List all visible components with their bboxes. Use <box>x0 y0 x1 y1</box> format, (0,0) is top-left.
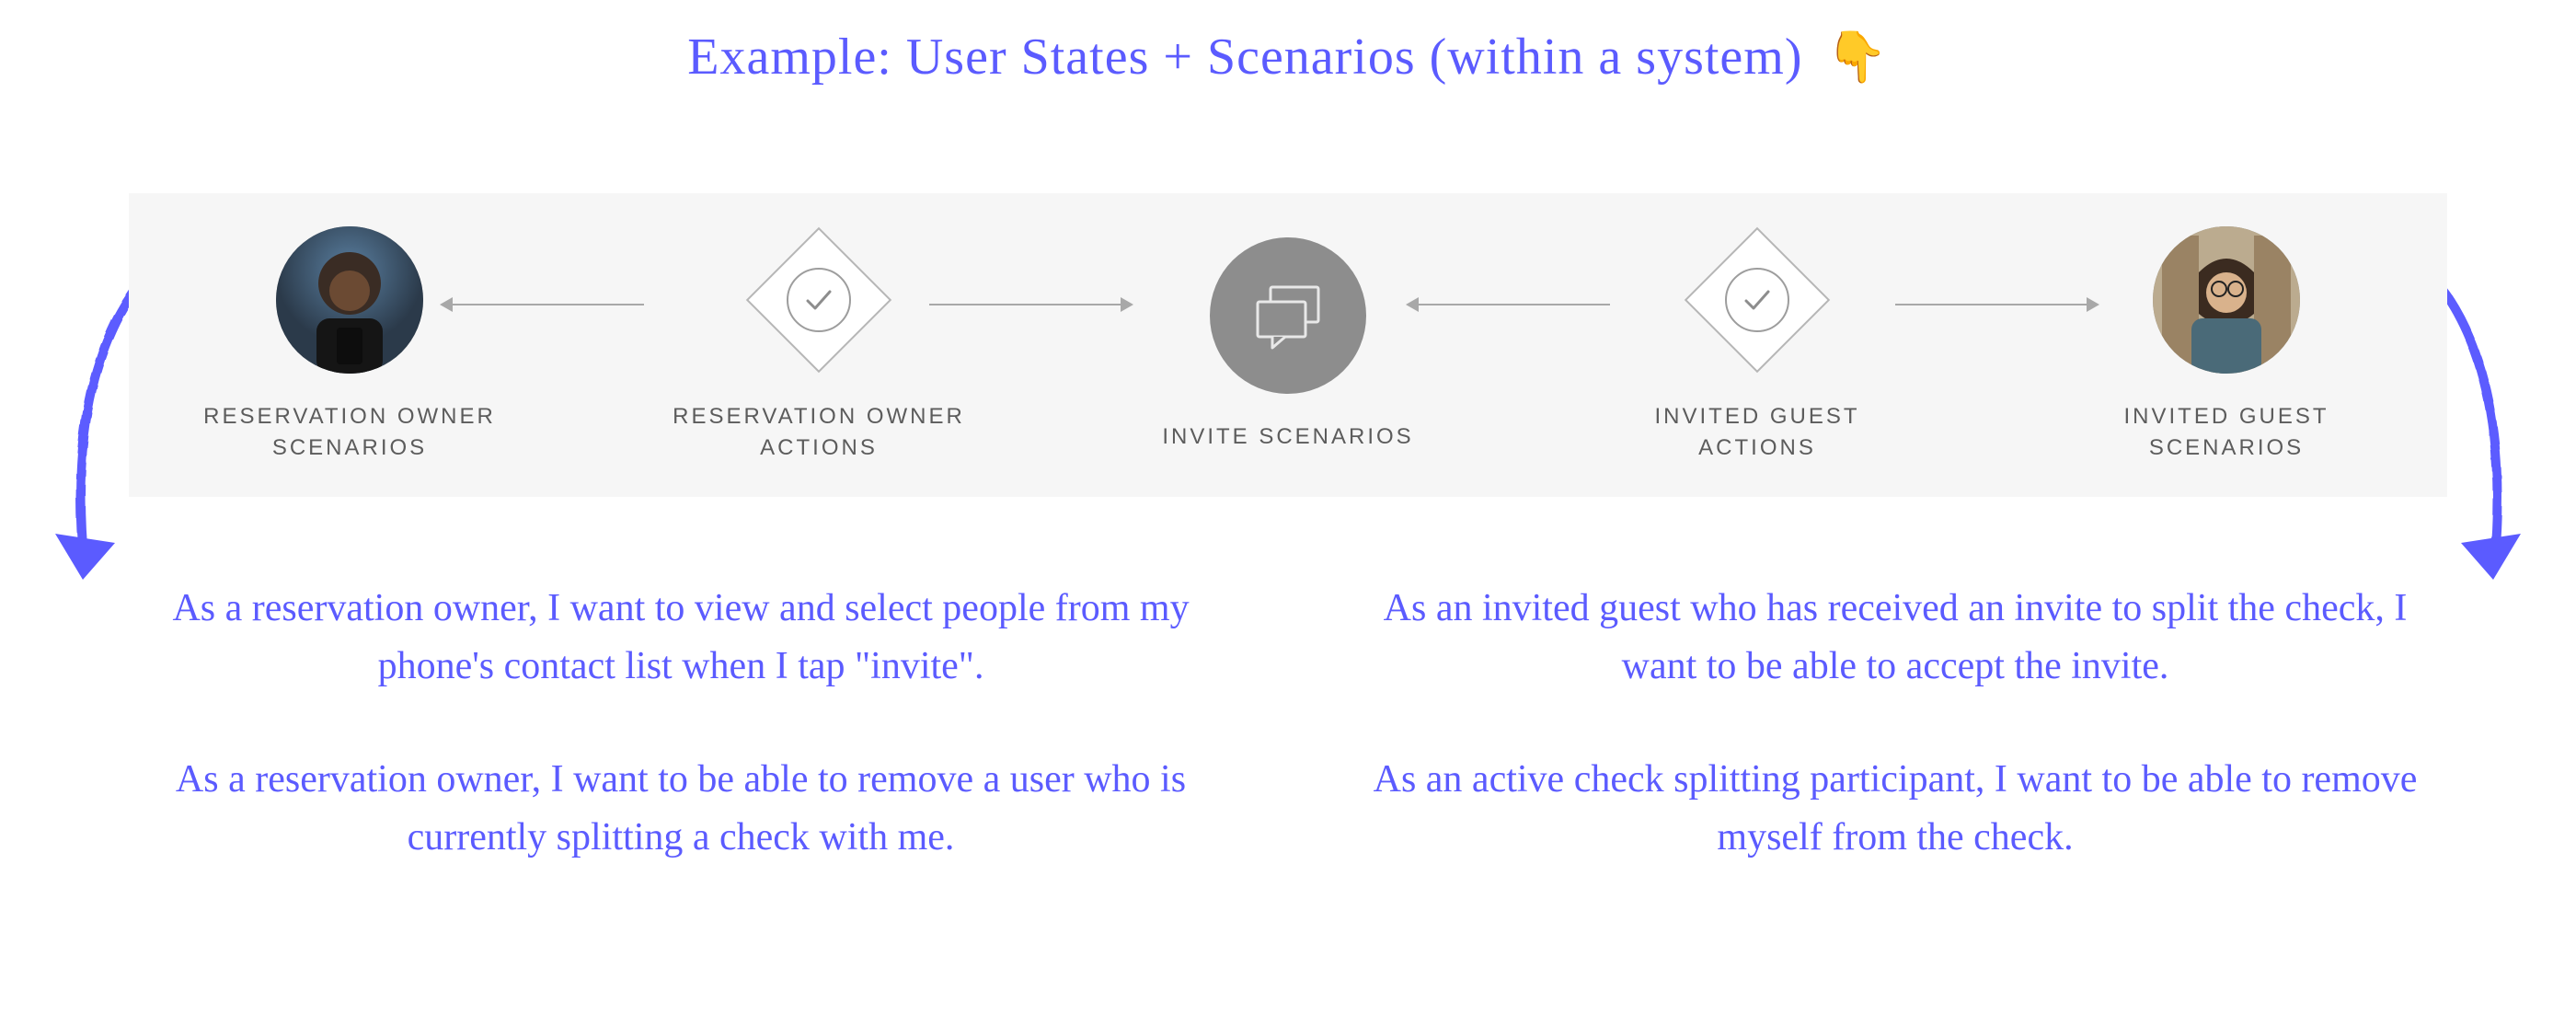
avatar <box>276 226 423 374</box>
user-story: As a reservation owner, I want to view a… <box>129 580 1233 696</box>
decision-diamond-icon <box>745 226 892 374</box>
title-text: Example: User States + Scenarios (within… <box>687 29 1802 86</box>
stories-left-column: As a reservation owner, I want to view a… <box>129 580 1233 867</box>
node-reservation-owner-scenarios: RESERVATION OWNER SCENARIOS <box>193 226 506 463</box>
user-story: As an active check splitting participant… <box>1343 751 2447 867</box>
avatar <box>2153 226 2300 374</box>
connector-arrow-icon <box>1895 304 2098 305</box>
node-label: INVITED GUEST SCENARIOS <box>2070 401 2383 463</box>
user-story: As an invited guest who has received an … <box>1343 580 2447 696</box>
node-label: RESERVATION OWNER SCENARIOS <box>193 401 506 463</box>
node-label: RESERVATION OWNER ACTIONS <box>662 401 975 463</box>
decision-diamond-icon <box>1684 226 1831 374</box>
page-title: Example: User States + Scenarios (within… <box>0 28 2576 86</box>
check-icon <box>800 282 837 318</box>
node-invited-guest-actions: INVITED GUEST ACTIONS <box>1601 226 1914 463</box>
check-icon <box>1739 282 1776 318</box>
node-label: INVITE SCENARIOS <box>1162 421 1413 453</box>
user-story: As a reservation owner, I want to be abl… <box>129 751 1233 867</box>
diagram-band: RESERVATION OWNER SCENARIOS RESERVATION … <box>129 193 2447 497</box>
user-stories: As a reservation owner, I want to view a… <box>129 580 2447 867</box>
chat-bubbles-icon <box>1210 237 1366 394</box>
node-reservation-owner-actions: RESERVATION OWNER ACTIONS <box>662 226 975 463</box>
stories-right-column: As an invited guest who has received an … <box>1343 580 2447 867</box>
node-label: INVITED GUEST ACTIONS <box>1601 401 1914 463</box>
node-invite-scenarios: INVITE SCENARIOS <box>1132 237 1444 453</box>
pointing-down-icon: 👇 <box>1825 29 1888 85</box>
node-invited-guest-scenarios: INVITED GUEST SCENARIOS <box>2070 226 2383 463</box>
